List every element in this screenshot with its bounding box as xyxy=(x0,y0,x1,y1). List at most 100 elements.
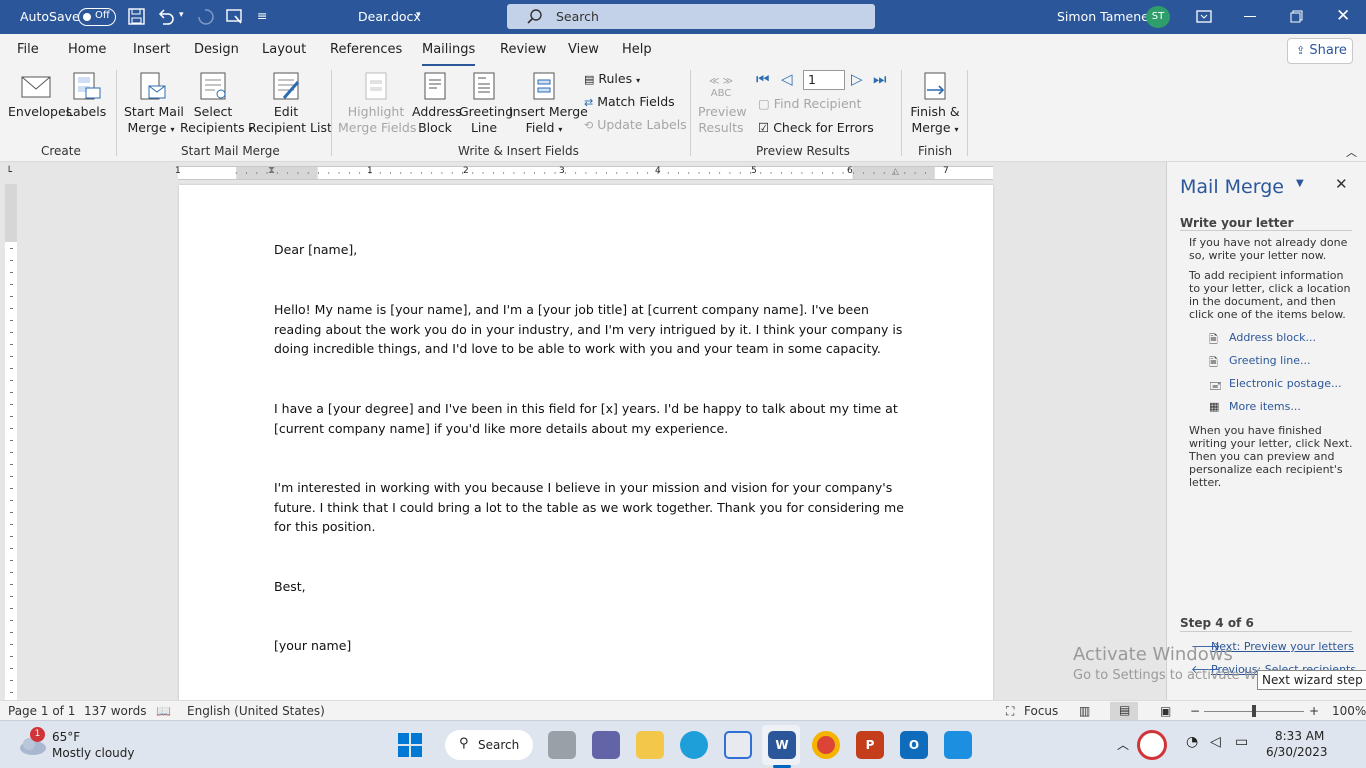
proofing-icon[interactable]: 📖 xyxy=(156,704,171,718)
user-name[interactable]: Simon Tamene xyxy=(1057,9,1149,24)
labels-button[interactable]: Labels xyxy=(66,72,106,120)
document-page[interactable]: Dear [name], Hello! My name is [your nam… xyxy=(179,185,993,705)
weather-temperature[interactable]: 65°F xyxy=(52,730,80,744)
next-record-icon[interactable]: ▷ xyxy=(851,70,863,88)
preview-results-button[interactable]: ≪ ≫ ABC Preview Results xyxy=(698,72,747,136)
restore-icon[interactable] xyxy=(1290,10,1303,23)
word-icon[interactable]: W xyxy=(768,731,796,759)
last-record-icon[interactable]: ⏭ xyxy=(873,70,887,88)
document-name[interactable]: Dear.docx xyxy=(358,9,421,24)
store-icon[interactable] xyxy=(724,731,752,759)
autosave-toggle[interactable]: Off xyxy=(78,8,116,26)
show-hidden-icons-icon[interactable]: ︿ xyxy=(1117,736,1129,753)
web-layout-icon[interactable]: ▣ xyxy=(1160,704,1171,718)
zoom-out-icon[interactable]: − xyxy=(1190,704,1200,718)
highlight-merge-fields-button[interactable]: Highlight Merge Fields xyxy=(338,72,416,136)
chrome-icon[interactable] xyxy=(812,731,840,759)
address-block-button[interactable]: Address Block xyxy=(412,72,462,136)
share-button[interactable]: ⇪ Share xyxy=(1287,38,1353,64)
close-icon[interactable]: ✕ xyxy=(1336,6,1350,26)
doc-name-chevron-icon[interactable]: ▾ xyxy=(416,10,421,20)
greeting-line-button[interactable]: Greeting Line xyxy=(459,72,513,136)
select-recipients-button[interactable]: Select Recipients ▾ xyxy=(180,72,253,138)
teams-icon[interactable] xyxy=(592,731,620,759)
insert-merge-field-button[interactable]: Insert Merge Field ▾ xyxy=(509,72,588,138)
battery-icon[interactable]: ▭ xyxy=(1235,734,1248,750)
match-fields-button[interactable]: ⇄ Match Fields xyxy=(584,94,675,109)
task-view-icon[interactable] xyxy=(548,731,576,759)
check-for-errors-button[interactable]: ☑ Check for Errors xyxy=(758,120,874,135)
tab-design[interactable]: Design xyxy=(194,42,239,57)
clock-time[interactable]: 8:33 AM xyxy=(1275,729,1324,743)
finish-merge-button[interactable]: Finish & Merge ▾ xyxy=(908,72,962,138)
taskbar-search[interactable]: ⚲ Search xyxy=(445,730,533,760)
avatar[interactable]: ST xyxy=(1146,6,1170,28)
start-mail-merge-icon xyxy=(140,72,166,100)
tab-references[interactable]: References xyxy=(330,42,402,57)
minimize-icon[interactable] xyxy=(1244,16,1256,17)
signature-paragraph[interactable]: [your name] xyxy=(274,636,904,656)
more-items-link[interactable]: More items... xyxy=(1229,400,1301,413)
record-number-input[interactable]: 1 xyxy=(803,70,845,90)
quick-access-more-icon[interactable]: ≡ xyxy=(257,8,267,23)
right-indent-marker-icon[interactable]: △ xyxy=(892,167,899,177)
outlook-icon[interactable]: O xyxy=(900,731,928,759)
tab-selector-icon[interactable]: └ xyxy=(6,167,12,178)
read-mode-icon[interactable]: ▥ xyxy=(1079,704,1090,718)
tab-mailings[interactable]: Mailings xyxy=(422,42,476,67)
zoom-slider-thumb[interactable] xyxy=(1252,705,1256,717)
language-status[interactable]: English (United States) xyxy=(187,704,325,718)
powerpoint-icon[interactable]: P xyxy=(856,731,884,759)
first-record-icon[interactable]: ⏮ xyxy=(756,70,770,88)
search-box[interactable]: Search xyxy=(507,4,875,29)
tab-help[interactable]: Help xyxy=(622,42,652,57)
start-mail-merge-button[interactable]: Start Mail Merge ▾ xyxy=(124,72,184,138)
pane-close-icon[interactable]: ✕ xyxy=(1335,175,1348,193)
zoom-level[interactable]: 100% xyxy=(1332,704,1366,718)
pane-options-chevron-icon[interactable]: ▼ xyxy=(1296,178,1304,189)
find-recipient-button[interactable]: ▢ Find Recipient xyxy=(758,96,861,111)
update-labels-button[interactable]: ⟲ Update Labels xyxy=(584,117,687,132)
tab-view[interactable]: View xyxy=(568,42,599,57)
envelopes-button[interactable]: Envelopes xyxy=(8,72,72,120)
collapse-ribbon-icon[interactable]: ︿ xyxy=(1346,144,1357,160)
photos-icon[interactable] xyxy=(944,731,972,759)
edge-icon[interactable] xyxy=(680,731,708,759)
tab-insert[interactable]: Insert xyxy=(133,42,170,57)
edit-recipient-list-button[interactable]: Edit Recipient List xyxy=(248,72,332,136)
wifi-icon[interactable]: ◔ xyxy=(1186,734,1198,750)
vertical-ruler[interactable] xyxy=(5,184,17,700)
focus-button[interactable]: Focus xyxy=(1024,704,1058,718)
previous-record-icon[interactable]: ◁ xyxy=(781,70,793,88)
weather-condition[interactable]: Mostly cloudy xyxy=(52,746,135,760)
undo-dropdown-icon[interactable]: ▾ xyxy=(179,10,184,20)
tab-home[interactable]: Home xyxy=(68,42,106,57)
save-icon[interactable] xyxy=(128,8,145,25)
tab-file[interactable]: File xyxy=(17,42,39,57)
page-count[interactable]: Page 1 of 1 xyxy=(8,704,75,718)
volume-icon[interactable]: ◁ xyxy=(1210,734,1221,750)
customize-icon[interactable] xyxy=(226,8,244,25)
indent-marker-icon[interactable]: ⧗ xyxy=(268,165,275,176)
intro-paragraph[interactable]: Hello! My name is [your name], and I'm a… xyxy=(274,300,904,359)
rules-button[interactable]: ▤ Rules ▾ xyxy=(584,71,640,86)
zoom-in-icon[interactable]: + xyxy=(1309,704,1319,718)
address-block-link[interactable]: Address block... xyxy=(1229,331,1316,344)
undo-icon[interactable] xyxy=(157,8,175,25)
security-app-icon[interactable] xyxy=(1137,730,1167,760)
word-count[interactable]: 137 words xyxy=(84,704,146,718)
file-explorer-icon[interactable] xyxy=(636,731,664,759)
electronic-postage-link[interactable]: Electronic postage... xyxy=(1229,377,1341,390)
tab-layout[interactable]: Layout xyxy=(262,42,306,57)
greeting-line-link[interactable]: Greeting line... xyxy=(1229,354,1311,367)
start-windows-icon[interactable] xyxy=(398,733,422,757)
tab-review[interactable]: Review xyxy=(500,42,546,57)
salutation-paragraph[interactable]: Dear [name], xyxy=(274,240,904,260)
ribbon-display-icon[interactable] xyxy=(1196,10,1212,23)
print-layout-icon[interactable]: ▤ xyxy=(1110,702,1138,720)
experience-paragraph[interactable]: I have a [your degree] and I've been in … xyxy=(274,399,904,438)
horizontal-ruler[interactable] xyxy=(178,166,993,180)
interest-paragraph[interactable]: I'm interested in working with you becau… xyxy=(274,478,904,537)
clock-date[interactable]: 6/30/2023 xyxy=(1266,745,1328,759)
closing-paragraph[interactable]: Best, xyxy=(274,577,904,597)
